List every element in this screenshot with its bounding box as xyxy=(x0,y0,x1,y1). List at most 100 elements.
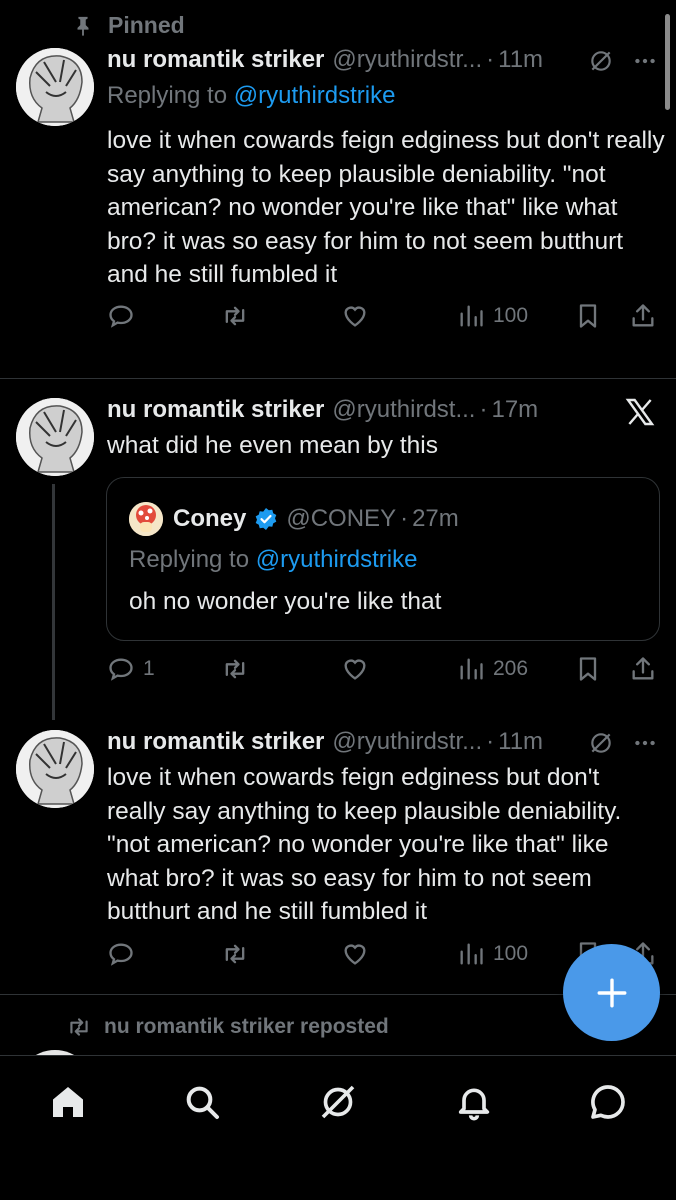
quoted-display-name: Coney xyxy=(173,505,247,532)
messages-icon xyxy=(591,1085,625,1119)
timestamp[interactable]: 11m xyxy=(498,728,543,756)
display-name[interactable]: nu romantik striker xyxy=(107,396,324,424)
notifications-icon xyxy=(458,1088,490,1121)
tweet-top-actions xyxy=(588,730,658,756)
replying-handle-link[interactable]: @ryuthirdstrike xyxy=(234,82,396,109)
reply-button[interactable] xyxy=(107,940,135,968)
repost-button[interactable] xyxy=(221,302,249,330)
views-icon xyxy=(460,658,483,680)
views-count: 100 xyxy=(493,304,529,327)
reply-button[interactable] xyxy=(107,302,135,330)
quoted-tweet[interactable]: Coney @CONEY · 27m Replying to @ryuthird… xyxy=(106,477,660,641)
repost-icon xyxy=(225,944,245,964)
tweet-text: love it when cowards feign edginess but … xyxy=(107,127,665,288)
plus-icon xyxy=(597,978,626,1007)
tweet-text: what did he even mean by this xyxy=(107,432,438,459)
repost-button[interactable] xyxy=(221,940,249,968)
nav-search[interactable] xyxy=(180,1080,224,1124)
bookmark-button[interactable] xyxy=(574,302,602,330)
pinned-indicator: Pinned xyxy=(72,12,185,39)
verified-badge-icon xyxy=(256,508,277,530)
views-count: 206 xyxy=(493,657,529,680)
separator: · xyxy=(486,728,495,755)
more-icon[interactable] xyxy=(632,48,658,74)
repost-icon xyxy=(70,1018,88,1036)
timeline[interactable]: Pinned nu romantik striker @ryuthirdstr.… xyxy=(0,0,676,1055)
search-icon xyxy=(186,1086,219,1119)
quoted-avatar xyxy=(129,502,163,536)
reply-count: 1 xyxy=(143,657,155,680)
replying-prefix: Replying to xyxy=(107,82,234,109)
avatar[interactable] xyxy=(16,730,94,808)
replying-to: Replying to @ryuthirdstrike xyxy=(107,82,395,110)
separator: · xyxy=(479,396,488,423)
nav-notifications[interactable] xyxy=(452,1080,496,1124)
share-button[interactable] xyxy=(629,655,657,683)
replying-prefix: Replying to xyxy=(129,546,256,573)
views-button[interactable]: 100 xyxy=(457,940,528,968)
repost-indicator: nu romantik striker reposted xyxy=(66,1014,389,1040)
share-icon xyxy=(632,657,654,680)
replying-handle-link[interactable]: @ryuthirdstrike xyxy=(256,546,418,573)
quoted-username: @CONEY xyxy=(286,505,397,532)
bottom-navigation xyxy=(0,1055,676,1200)
bookmark-button[interactable] xyxy=(574,655,602,683)
like-button[interactable] xyxy=(341,940,369,968)
views-button[interactable]: 206 xyxy=(457,655,528,683)
heart-icon xyxy=(344,659,366,680)
repost-icon xyxy=(225,306,245,326)
views-icon xyxy=(460,943,483,965)
scrollbar[interactable] xyxy=(665,14,670,110)
heart-icon xyxy=(344,306,366,327)
tweet-actions: 100 xyxy=(107,302,657,336)
username[interactable]: @ryuthirdst... xyxy=(332,396,475,424)
repost-icon xyxy=(225,659,245,679)
views-count: 100 xyxy=(493,942,529,965)
nav-home[interactable] xyxy=(46,1080,90,1124)
reply-icon xyxy=(109,658,133,681)
share-button[interactable] xyxy=(629,302,657,330)
views-icon xyxy=(460,305,483,327)
display-name[interactable]: nu romantik striker xyxy=(107,46,324,74)
username[interactable]: @ryuthirdstr... xyxy=(332,46,482,74)
timestamp[interactable]: 17m xyxy=(491,396,538,424)
pinned-label: Pinned xyxy=(108,12,185,38)
display-name[interactable]: nu romantik striker xyxy=(107,728,324,756)
views-button[interactable]: 100 xyxy=(457,302,528,330)
thread-line xyxy=(52,484,55,720)
quoted-tweet-text: oh no wonder you're like that xyxy=(129,588,442,615)
like-button[interactable] xyxy=(341,302,369,330)
separator: · xyxy=(400,505,409,532)
repost-button[interactable] xyxy=(221,655,249,683)
grok-icon[interactable] xyxy=(588,48,614,74)
more-icon[interactable] xyxy=(632,730,658,756)
tweet-top-actions xyxy=(588,48,658,74)
bookmark-icon xyxy=(579,657,597,681)
reply-button[interactable]: 1 xyxy=(107,655,155,683)
timestamp[interactable]: 11m xyxy=(498,46,543,74)
pin-icon xyxy=(77,16,89,36)
quoted-replying-to: Replying to @ryuthirdstrike xyxy=(129,546,417,574)
grok-icon[interactable] xyxy=(588,730,614,756)
heart-icon xyxy=(344,944,366,965)
separator: · xyxy=(486,46,495,73)
tweet-text: love it when cowards feign edginess but … xyxy=(107,764,622,925)
tweet-actions: 1 206 xyxy=(107,655,657,689)
compose-button[interactable] xyxy=(563,944,660,1041)
username[interactable]: @ryuthirdstr... xyxy=(332,728,482,756)
nav-messages[interactable] xyxy=(586,1080,630,1124)
like-button[interactable] xyxy=(341,655,369,683)
reply-icon xyxy=(109,305,133,328)
tweet-header: nu romantik striker @ryuthirdstr... · 11… xyxy=(107,46,543,74)
quoted-tweet-header: Coney @CONEY · 27m xyxy=(129,502,459,536)
repost-label[interactable]: nu romantik striker reposted xyxy=(104,1015,389,1039)
avatar[interactable] xyxy=(16,48,94,126)
bookmark-icon xyxy=(579,304,597,328)
divider xyxy=(0,378,676,379)
x-logo-icon[interactable] xyxy=(624,396,656,428)
tweet-header: nu romantik striker @ryuthirdst... · 17m xyxy=(107,396,538,424)
tweet-top-actions xyxy=(624,396,656,428)
grok-icon xyxy=(321,1085,355,1119)
nav-grok[interactable] xyxy=(316,1080,360,1124)
avatar[interactable] xyxy=(16,398,94,476)
